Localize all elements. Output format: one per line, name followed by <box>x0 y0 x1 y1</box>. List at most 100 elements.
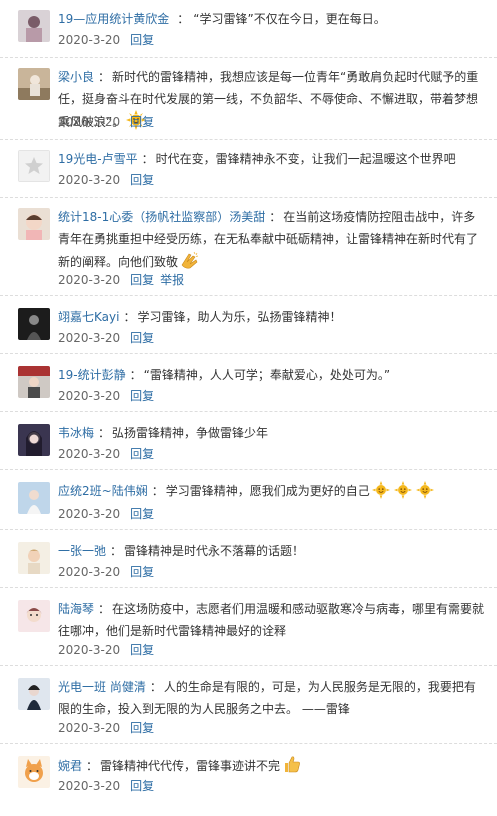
reply-link[interactable]: 回复 <box>130 331 154 345</box>
avatar[interactable] <box>18 366 50 398</box>
comment-item: 光电一班 尚健清：人的生命是有限的，可是，为人民服务是无限的，我要把有限的生命，… <box>0 666 497 744</box>
avatar[interactable] <box>18 678 50 710</box>
comment-text: “学习雷锋”不仅在今日，更在每日。 <box>193 12 386 26</box>
comment-date: 2020-3-20 <box>58 331 121 345</box>
comment-text: 时代在变，雷锋精神永不变，让我们一起温暖这个世界吧 <box>155 152 456 166</box>
comment-item: 统计18-1心委（扬帆社监察部）汤美甜：在当前这场疫情防控阻击战中，许多青年在勇… <box>0 198 497 296</box>
comment-separator: ： <box>98 70 111 84</box>
avatar[interactable] <box>18 10 50 42</box>
reply-link[interactable]: 回复 <box>130 33 154 47</box>
reply-link[interactable]: 回复 <box>130 115 154 129</box>
comment-date: 2020-3-20 <box>58 643 121 657</box>
avatar[interactable] <box>18 482 50 514</box>
comment-date: 2020-3-20 <box>58 507 121 521</box>
comment-date: 2020-3-20 <box>58 721 121 735</box>
comment-separator: ： <box>129 368 142 382</box>
comment-meta: 2020-3-20 回复 <box>58 31 154 49</box>
comment-separator: ： <box>86 759 99 773</box>
comment-item: 梁小良：新时代的雷锋精神，我想应该是每一位青年“勇敢肩负起时代赋予的重任，挺身奋… <box>0 58 497 140</box>
reply-link[interactable]: 回复 <box>130 273 154 287</box>
comment-date: 2020-3-20 <box>58 779 121 793</box>
comment-item: 婉君 ：雷锋精神代代传，雷锋事迹讲不完 2020-3-20 回复 <box>0 744 497 816</box>
comment-username[interactable]: 翊嘉七Kayi <box>58 310 119 324</box>
comment-text: 雷锋精神代代传，雷锋事迹讲不完 <box>100 759 281 773</box>
comment-separator: ： <box>141 152 154 166</box>
reply-link[interactable]: 回复 <box>130 507 154 521</box>
comment-meta: 2020-3-20 回复 举报 <box>58 271 184 289</box>
sun-emoji-icon <box>393 481 412 499</box>
comment-item: 应统2班~陆伟娴：学习雷锋精神，愿我们成为更好的自己 2020-3-20 回复 <box>0 470 497 530</box>
comment-meta: 2020-3-20 回复 <box>58 719 154 737</box>
comment-text: “雷锋精神，人人可学；奉献爱心，处处可为。” <box>143 368 391 382</box>
reply-link[interactable]: 回复 <box>130 173 154 187</box>
comment-item: 翊嘉七Kayi ：学习雷锋，助人为乐，弘扬雷锋精神！ 2020-3-20 回复 <box>0 296 497 354</box>
comment-meta: 2020-3-20 回复 <box>58 387 154 405</box>
comment-item: 韦冰梅 ：弘扬雷锋精神，争做雷锋少年 2020-3-20 回复 <box>0 412 497 470</box>
avatar[interactable] <box>18 600 50 632</box>
comment-item: 一张一弛 ：雷锋精神是时代永不落幕的话题！ 2020-3-20 回复 <box>0 530 497 588</box>
comment-username[interactable]: 光电一班 尚健清 <box>58 680 146 694</box>
comment-date: 2020-3-20 <box>58 33 121 47</box>
avatar[interactable] <box>18 150 50 182</box>
comment-separator: ： <box>110 544 123 558</box>
sun-emoji-icon <box>415 481 434 499</box>
comment-username[interactable]: 韦冰梅 <box>58 426 94 440</box>
reply-link[interactable]: 回复 <box>130 565 154 579</box>
sun-emoji-icon <box>371 481 390 499</box>
comment-separator: ： <box>269 210 282 224</box>
comment-username[interactable]: 统计18-1心委（扬帆社监察部）汤美甜 <box>58 210 265 224</box>
reply-link[interactable]: 回复 <box>130 643 154 657</box>
thumbs-up-emoji-icon <box>282 754 302 774</box>
comment-username[interactable]: 婉君 <box>58 759 82 773</box>
avatar[interactable] <box>18 756 50 788</box>
comment-list: 19—应用统计黄欣金： “学习雷锋”不仅在今日，更在每日。 2020-3-20 回复… <box>0 0 497 816</box>
comment-separator: ： <box>123 310 136 324</box>
comment-date: 2020-3-20 <box>58 389 121 403</box>
comment-item: 19-统计彭静： “雷锋精神，人人可学；奉献爱心，处处可为。” 2020-3-20… <box>0 354 497 412</box>
reply-link[interactable]: 回复 <box>130 447 154 461</box>
avatar[interactable] <box>18 424 50 456</box>
comment-username[interactable]: 梁小良 <box>58 70 94 84</box>
comment-username[interactable]: 一张一弛 <box>58 544 106 558</box>
comment-username[interactable]: 19光电-卢雪平 <box>58 152 138 166</box>
reply-link[interactable]: 回复 <box>130 389 154 403</box>
comment-username[interactable]: 19-统计彭静 <box>58 368 126 382</box>
avatar[interactable] <box>18 308 50 340</box>
comment-text: 学习雷锋精神，愿我们成为更好的自己 <box>165 484 370 498</box>
comment-meta: 2020-3-20 回复 <box>58 329 154 347</box>
comment-meta: 2020-3-20 回复 <box>58 777 154 795</box>
comment-date: 2020-3-20 <box>58 173 121 187</box>
comment-text: 弘扬雷锋精神，争做雷锋少年 <box>112 426 269 440</box>
avatar[interactable] <box>18 208 50 240</box>
clap-emoji-icon <box>180 250 200 270</box>
comment-item: 19光电-卢雪平：时代在变，雷锋精神永不变，让我们一起温暖这个世界吧 2020-… <box>0 140 497 198</box>
comment-item: 19—应用统计黄欣金 ： “学习雷锋”不仅在今日，更在每日。 2020-3-20 回复 <box>0 0 497 58</box>
comment-separator: ： <box>98 426 111 440</box>
comment-date: 2020-3-20 <box>58 447 121 461</box>
comment-meta: 2020-3-20 回复 <box>58 113 154 131</box>
comment-username[interactable]: 19—应用统计黄欣金 <box>58 12 169 26</box>
comment-separator: ： <box>98 602 111 616</box>
comment-date: 2020-3-20 <box>58 565 121 579</box>
comment-username[interactable]: 陆海琴 <box>58 602 94 616</box>
comment-username[interactable]: 应统2班~陆伟娴 <box>58 484 148 498</box>
comment-meta: 2020-3-20 回复 <box>58 171 154 189</box>
comment-date: 2020-3-20 <box>58 115 121 129</box>
comment-meta: 2020-3-20 回复 <box>58 445 154 463</box>
comment-meta: 2020-3-20 回复 <box>58 505 154 523</box>
comment-text: 雷锋精神是时代永不落幕的话题！ <box>124 544 305 558</box>
comment-meta: 2020-3-20 回复 <box>58 641 154 659</box>
reply-link[interactable]: 回复 <box>130 779 154 793</box>
comment-meta: 2020-3-20 回复 <box>58 563 154 581</box>
report-link[interactable]: 举报 <box>160 273 184 287</box>
comment-separator: ： <box>151 484 164 498</box>
avatar[interactable] <box>18 68 50 100</box>
comment-item: 陆海琴 ：在这场防疫中，志愿者们用温暖和感动驱散寒冷与病毒，哪里有需要就往哪冲，他… <box>0 588 497 666</box>
comment-text: 学习雷锋，助人为乐，弘扬雷锋精神！ <box>137 310 342 324</box>
comment-date: 2020-3-20 <box>58 273 121 287</box>
comment-text: 在这场防疫中，志愿者们用温暖和感动驱散寒冷与病毒，哪里有需要就往哪冲，他们是新时… <box>58 602 485 638</box>
comment-separator: ： <box>177 12 190 26</box>
reply-link[interactable]: 回复 <box>130 721 154 735</box>
avatar[interactable] <box>18 542 50 574</box>
comment-separator: ： <box>149 680 162 694</box>
